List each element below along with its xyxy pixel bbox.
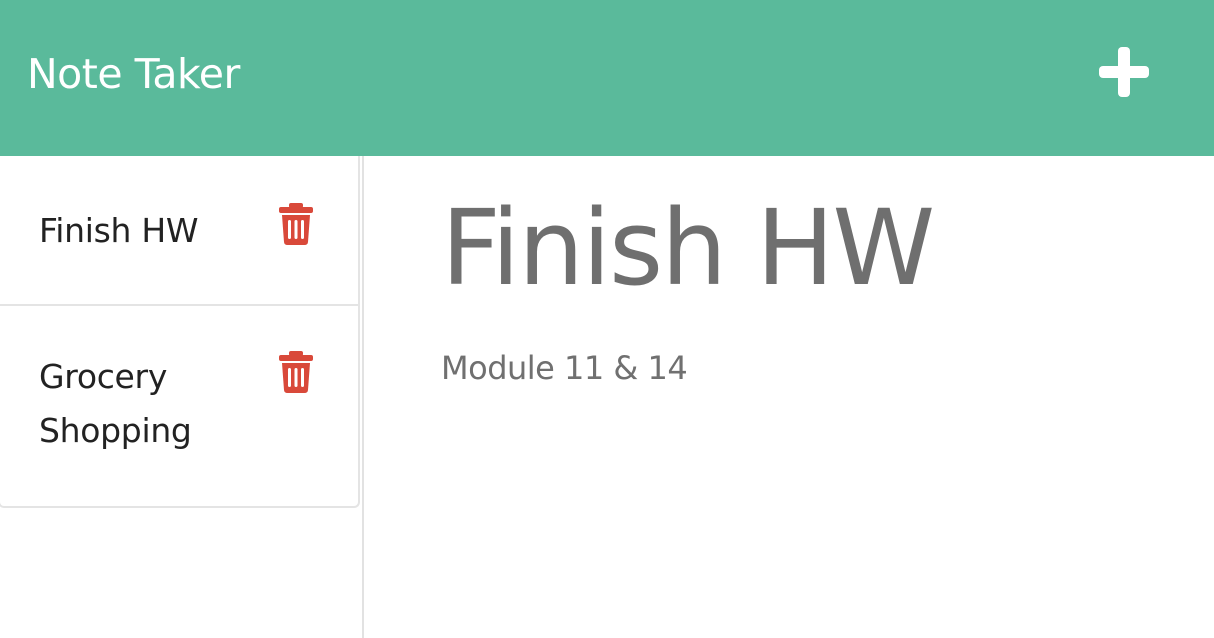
note-title: Finish HW — [39, 211, 199, 250]
trash-icon — [279, 203, 313, 245]
new-note-button[interactable] — [1092, 40, 1156, 104]
sidebar: Finish HW Grocery Shopping — [0, 156, 364, 638]
app-title[interactable]: Note Taker — [27, 48, 240, 100]
plus-icon — [1099, 47, 1149, 97]
list-item[interactable]: Finish HW — [0, 156, 360, 306]
list-item[interactable]: Grocery Shopping — [0, 306, 360, 508]
note-editor: Finish HW Module 11 & 14 — [364, 156, 1214, 638]
trash-icon — [279, 351, 313, 393]
note-title-field[interactable]: Finish HW — [441, 186, 935, 310]
note-list: Finish HW Grocery Shopping — [0, 156, 360, 508]
delete-note-button[interactable] — [278, 202, 314, 246]
delete-note-button[interactable] — [278, 350, 314, 394]
note-title: Grocery Shopping — [39, 357, 192, 450]
note-text-field[interactable]: Module 11 & 14 — [441, 346, 688, 390]
navbar: Note Taker — [0, 0, 1214, 156]
